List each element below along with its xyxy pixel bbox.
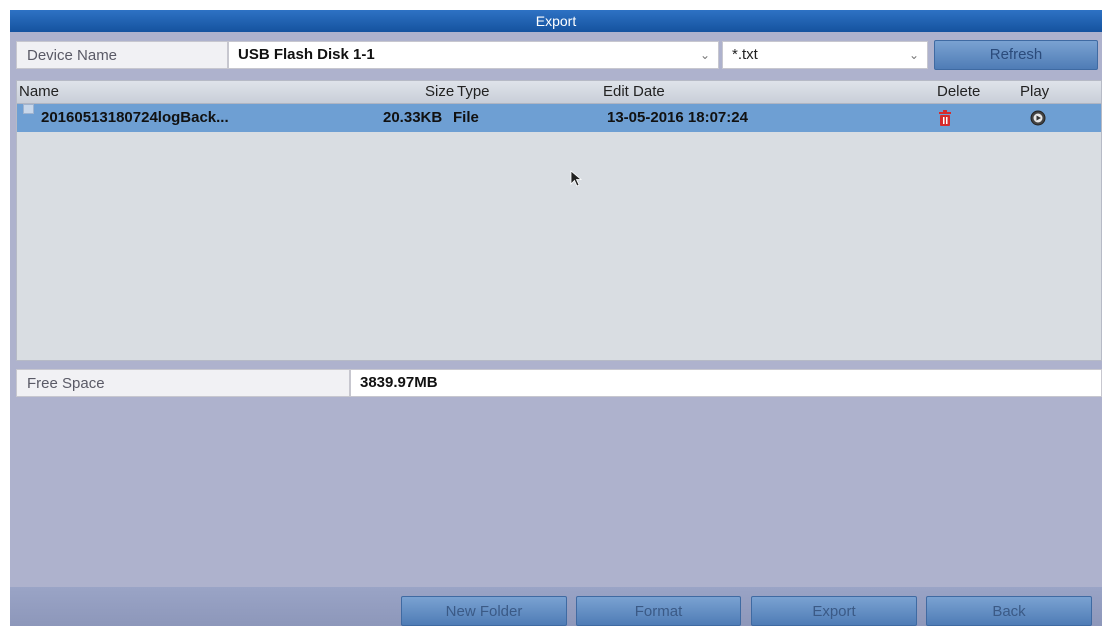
device-select-value: USB Flash Disk 1-1	[238, 46, 375, 63]
device-name-label: Device Name	[16, 41, 228, 69]
table-header: Name Size Type Edit Date Delete Play	[17, 81, 1101, 104]
action-bar: New Folder Format Export Back	[10, 587, 1102, 626]
export-button[interactable]: Export	[751, 596, 917, 626]
file-size: 20.33KB	[383, 109, 443, 126]
column-header-edit-date[interactable]: Edit Date	[603, 81, 665, 103]
file-name: 20160513180724logBack...	[41, 109, 229, 126]
column-header-delete: Delete	[937, 83, 981, 100]
column-header-type[interactable]: Type	[457, 81, 490, 103]
mouse-pointer-icon	[570, 170, 583, 187]
chevron-down-icon: ⌄	[908, 48, 919, 62]
file-type-select-value: *.txt	[732, 46, 758, 63]
window-title: Export	[10, 10, 1102, 32]
file-icon	[23, 104, 34, 114]
free-space-row: Free Space 3839.97MB	[16, 369, 1102, 397]
file-edit-date: 13-05-2016 18:07:24	[607, 109, 748, 126]
chevron-down-icon: ⌄	[699, 48, 710, 62]
free-space-label: Free Space	[16, 369, 350, 397]
column-header-play: Play	[1020, 83, 1050, 100]
new-folder-button[interactable]: New Folder	[401, 596, 567, 626]
file-type-select[interactable]: *.txt ⌄	[722, 41, 928, 69]
free-space-value: 3839.97MB	[350, 369, 1102, 397]
column-header-name[interactable]: Name	[19, 81, 59, 103]
export-window: Export Device Name USB Flash Disk 1-1 ⌄ …	[10, 10, 1102, 626]
refresh-button[interactable]: Refresh	[934, 40, 1098, 70]
column-header-size[interactable]: Size	[425, 81, 454, 103]
back-button[interactable]: Back	[926, 596, 1092, 626]
device-row: Device Name USB Flash Disk 1-1 ⌄ *.txt ⌄…	[16, 40, 1102, 70]
play-circle-icon[interactable]	[1030, 110, 1046, 126]
file-table: Name Size Type Edit Date Delete Play 201…	[16, 80, 1102, 361]
trash-icon[interactable]	[938, 110, 952, 126]
device-select[interactable]: USB Flash Disk 1-1 ⌄	[228, 41, 719, 69]
table-row[interactable]: 20160513180724logBack... 20.33KB File 13…	[17, 104, 1101, 132]
format-button[interactable]: Format	[576, 596, 741, 626]
file-type: File	[453, 109, 479, 126]
